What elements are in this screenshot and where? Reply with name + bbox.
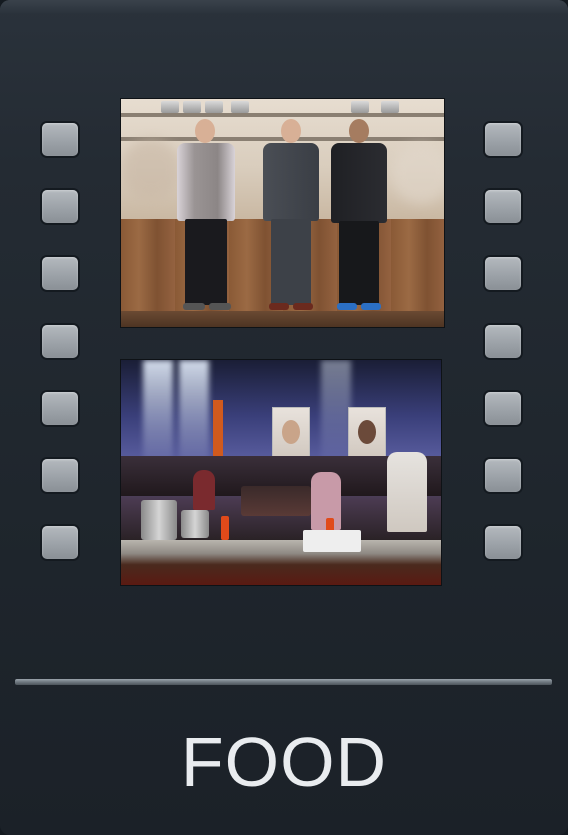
pot: [231, 101, 249, 113]
stock-pot: [141, 500, 177, 540]
judge-figure: [261, 117, 321, 317]
shoe: [337, 303, 357, 310]
tile-top-edge: [0, 0, 568, 14]
sprocket-hole-right: [485, 392, 521, 425]
sprocket-hole-left: [42, 123, 78, 156]
blurred-chef: [391, 144, 444, 204]
judge-suit: [263, 143, 319, 221]
shoe: [269, 303, 289, 310]
sprocket-hole-left: [42, 257, 78, 290]
pot: [381, 101, 399, 113]
spotlight-beam: [143, 360, 173, 470]
shoe: [209, 303, 231, 310]
steel-counter: [121, 540, 441, 585]
portrait-face: [282, 420, 300, 444]
judge-suit: [331, 143, 387, 223]
category-title: FOOD: [180, 723, 388, 801]
sprocket-hole-right: [485, 257, 521, 290]
sprocket-hole-right: [485, 459, 521, 492]
shoe: [361, 303, 381, 310]
judge-pants: [271, 219, 311, 305]
sprocket-hole-left: [42, 392, 78, 425]
cutting-board: [303, 530, 361, 552]
judge-figure: [171, 117, 241, 317]
portrait-face: [358, 420, 376, 444]
judge-pants: [185, 219, 227, 305]
sprocket-hole-right: [485, 123, 521, 156]
pot: [205, 101, 223, 113]
pot: [161, 101, 179, 113]
sprocket-hole-left: [42, 526, 78, 559]
sprocket-hole-right: [485, 325, 521, 358]
stove: [241, 486, 311, 516]
chef-figure: [193, 470, 215, 510]
pot: [183, 101, 201, 113]
judge-head: [281, 119, 301, 143]
sprocket-hole-right: [485, 190, 521, 223]
sprocket-hole-left: [42, 459, 78, 492]
food-category-tile[interactable]: FOOD: [0, 0, 568, 835]
judge-portrait-banner: [349, 408, 385, 462]
shoe: [293, 303, 313, 310]
pot: [181, 510, 209, 538]
pot: [351, 101, 369, 113]
judge-figure: [329, 117, 389, 317]
spotlight-beam: [321, 360, 351, 470]
spotlight-beam: [179, 360, 209, 470]
judge-vest: [177, 143, 235, 221]
sprocket-hole-right: [485, 526, 521, 559]
sprocket-hole-left: [42, 190, 78, 223]
arena-kitchen-photo: [121, 360, 441, 585]
sprocket-hole-left: [42, 325, 78, 358]
judge-head: [195, 119, 215, 143]
chef-figure: [387, 452, 427, 532]
judge-pants: [339, 221, 379, 305]
judges-kitchen-photo: [121, 99, 444, 327]
shoe: [183, 303, 205, 310]
tile-divider: [15, 679, 552, 685]
judge-portrait-banner: [273, 408, 309, 462]
sauce-bottle: [221, 516, 229, 540]
judge-head: [349, 119, 369, 143]
